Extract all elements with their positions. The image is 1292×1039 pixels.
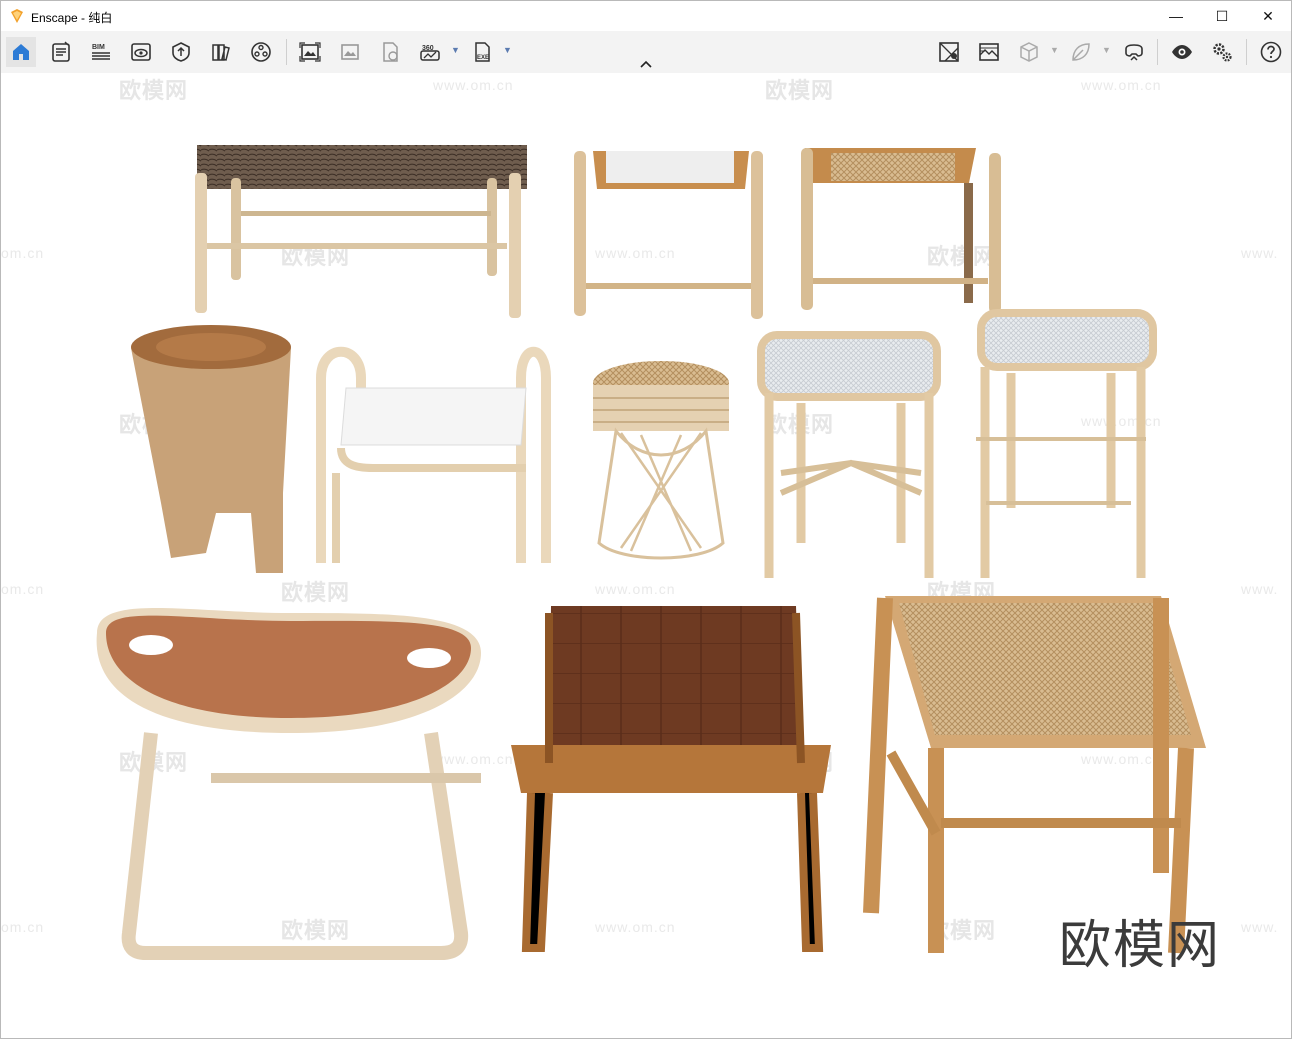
cube-dropdown-caret[interactable]: ▼	[1050, 45, 1060, 55]
toolbar-separator	[1246, 39, 1247, 65]
panorama-360-icon: 360	[420, 45, 440, 61]
export-exe-button[interactable]: EXE	[467, 37, 497, 67]
close-button[interactable]: ✕	[1245, 1, 1291, 31]
enscape-logo-icon	[9, 8, 25, 24]
project-notes-button[interactable]	[46, 37, 76, 67]
help-icon	[1260, 41, 1282, 63]
leaf-button[interactable]	[1066, 37, 1096, 67]
cane-square-stool-model	[863, 596, 1206, 954]
bim-icon: BIM	[92, 44, 110, 60]
maximize-button[interactable]: ☐	[1199, 1, 1245, 31]
views-button[interactable]	[126, 37, 156, 67]
bentwood-stool-model	[316, 346, 551, 563]
settings-button[interactable]	[1207, 37, 1237, 67]
export-dropdown-caret[interactable]: ▼	[503, 45, 513, 55]
rattan-glass-bar-stool-model	[976, 309, 1157, 578]
upload-button[interactable]	[375, 37, 405, 67]
toolbar-separator	[1157, 39, 1158, 65]
rush-bench-model	[195, 145, 527, 318]
svg-text:BIM: BIM	[92, 44, 105, 51]
chevron-up-icon	[640, 60, 652, 68]
leaf-dropdown-caret[interactable]: ▼	[1102, 45, 1112, 55]
title-bar[interactable]: Enscape - 纯白 — ☐ ✕	[1, 1, 1291, 31]
watermark-brand-large: 欧模网	[1059, 916, 1222, 976]
rattan-glass-low-stool-model	[757, 331, 941, 578]
project-notes-icon	[52, 41, 70, 62]
upload-icon	[383, 42, 398, 62]
panorama-dropdown-caret[interactable]: ▼	[451, 45, 461, 55]
atmosphere-button[interactable]	[166, 37, 196, 67]
material-library-button[interactable]	[206, 37, 236, 67]
material-library-icon	[212, 44, 230, 61]
eye-button[interactable]	[1167, 37, 1197, 67]
rattan-drum-stool-model	[593, 361, 729, 560]
window-title: Enscape - 纯白	[31, 11, 113, 25]
help-button[interactable]	[1256, 37, 1286, 67]
tree-stump-stool-model	[131, 325, 291, 573]
linen-stool-model	[574, 151, 763, 319]
vr-headset-icon	[1125, 44, 1143, 61]
svg-text:EXE: EXE	[477, 55, 489, 61]
toolbar-separator	[286, 39, 287, 65]
bim-button[interactable]: BIM	[86, 37, 116, 67]
cube-button[interactable]	[1014, 37, 1044, 67]
vr-headset-button[interactable]	[1119, 37, 1149, 67]
export-exe-icon: EXE	[475, 42, 490, 62]
cube-icon	[1020, 42, 1038, 62]
visual-settings-button[interactable]	[934, 37, 964, 67]
sun-icon	[979, 43, 999, 61]
atmosphere-icon	[172, 42, 190, 62]
leaf-icon	[1072, 43, 1090, 61]
screenshot-button[interactable]	[295, 37, 325, 67]
settings-gears-icon	[1213, 43, 1232, 62]
home-icon	[13, 44, 29, 60]
batch-render-icon	[341, 44, 359, 60]
leather-strap-stool-model	[511, 606, 831, 952]
cane-stool-model	[801, 148, 1001, 313]
asset-library-icon	[251, 42, 271, 62]
render-viewport[interactable]: 欧模网 www.om.cn 欧模网 www.om.cn om.cn 欧模网 ww…	[1, 73, 1291, 1038]
visual-settings-icon	[939, 42, 959, 62]
eye-icon	[1172, 45, 1192, 59]
enscape-window: Enscape - 纯白 — ☐ ✕ BIM 360 ▼ EXE ▼ ▼ ▼ 欧…	[0, 0, 1292, 1039]
screenshot-icon	[299, 42, 321, 62]
views-icon	[131, 43, 151, 61]
sun-button[interactable]	[974, 37, 1004, 67]
batch-render-button[interactable]	[335, 37, 365, 67]
minimize-button[interactable]: —	[1153, 1, 1199, 31]
home-button[interactable]	[6, 37, 36, 67]
furniture-scene	[96, 145, 1206, 960]
collapse-toolbar-button[interactable]	[637, 57, 655, 71]
panorama-360-button[interactable]: 360	[415, 37, 445, 67]
leather-saddle-stool-model	[96, 608, 481, 960]
asset-library-button[interactable]	[246, 37, 276, 67]
